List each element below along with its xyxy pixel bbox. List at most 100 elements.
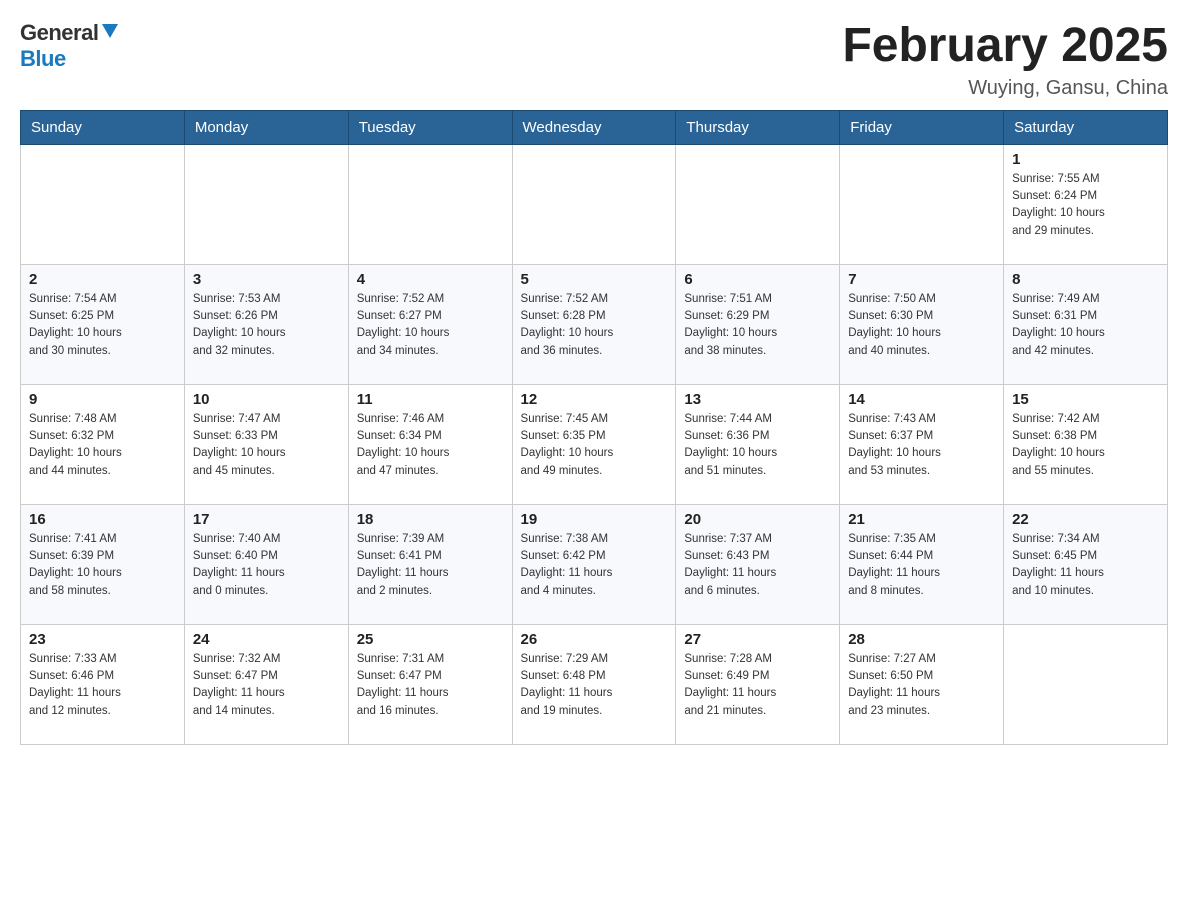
calendar-cell	[348, 144, 512, 264]
day-number: 10	[193, 391, 340, 408]
weekday-header-friday: Friday	[840, 110, 1004, 144]
day-number: 3	[193, 271, 340, 288]
calendar-cell: 21Sunrise: 7:35 AMSunset: 6:44 PMDayligh…	[840, 504, 1004, 624]
calendar-cell	[676, 144, 840, 264]
day-number: 8	[1012, 271, 1159, 288]
calendar-cell: 13 Sunrise: 7:44 AMSunset: 6:36 PMDayligh…	[676, 384, 840, 504]
day-info: Sunrise: 7:50 AMSunset: 6:30 PMDaylight:…	[848, 291, 995, 360]
day-info: Sunrise: 7:49 AMSunset: 6:31 PMDaylight:…	[1012, 291, 1159, 360]
calendar-cell: 10 Sunrise: 7:47 AMSunset: 6:33 PMDayligh…	[184, 384, 348, 504]
day-info: Sunrise: 7:28 AMSunset: 6:49 PMDaylight:…	[684, 651, 831, 720]
day-info: Sunrise: 7:39 AMSunset: 6:41 PMDaylight:…	[357, 531, 504, 600]
day-info: Sunrise: 7:47 AMSunset: 6:33 PMDaylight:…	[193, 411, 340, 480]
day-info: Sunrise: 7:52 AMSunset: 6:28 PMDaylight:…	[521, 291, 668, 360]
location-text: Wuying, Gansu, China	[842, 77, 1168, 100]
calendar-cell	[512, 144, 676, 264]
logo-blue-text: Blue	[20, 46, 66, 72]
logo: General Blue	[20, 20, 118, 72]
weekday-header-sunday: Sunday	[21, 110, 185, 144]
calendar-cell: 26 Sunrise: 7:29 AMSunset: 6:48 PMDayligh…	[512, 624, 676, 744]
day-number: 22	[1012, 511, 1159, 528]
calendar-cell: 15 Sunrise: 7:42 AMSunset: 6:38 PMDayligh…	[1004, 384, 1168, 504]
month-title: February 2025	[842, 20, 1168, 73]
calendar-cell: 9 Sunrise: 7:48 AMSunset: 6:32 PMDaylight…	[21, 384, 185, 504]
calendar-week-row: 2Sunrise: 7:54 AMSunset: 6:25 PMDaylight…	[21, 264, 1168, 384]
day-info: Sunrise: 7:40 AMSunset: 6:40 PMDaylight:…	[193, 531, 340, 600]
calendar-cell	[184, 144, 348, 264]
calendar-cell	[840, 144, 1004, 264]
day-number: 18	[357, 511, 504, 528]
day-number: 25	[357, 631, 504, 648]
day-info: Sunrise: 7:46 AMSunset: 6:34 PMDaylight:…	[357, 411, 504, 480]
day-number: 27	[684, 631, 831, 648]
day-number: 16	[29, 511, 176, 528]
day-info: Sunrise: 7:37 AMSunset: 6:43 PMDaylight:…	[684, 531, 831, 600]
day-info: Sunrise: 7:51 AMSunset: 6:29 PMDaylight:…	[684, 291, 831, 360]
day-number: 11	[357, 391, 504, 408]
calendar-week-row: 9 Sunrise: 7:48 AMSunset: 6:32 PMDaylight…	[21, 384, 1168, 504]
day-info: Sunrise: 7:52 AMSunset: 6:27 PMDaylight:…	[357, 291, 504, 360]
calendar-cell: 14 Sunrise: 7:43 AMSunset: 6:37 PMDayligh…	[840, 384, 1004, 504]
day-number: 21	[848, 511, 995, 528]
day-info: Sunrise: 7:33 AMSunset: 6:46 PMDaylight:…	[29, 651, 176, 720]
day-info: Sunrise: 7:48 AMSunset: 6:32 PMDaylight:…	[29, 411, 176, 480]
calendar-week-row: 1Sunrise: 7:55 AMSunset: 6:24 PMDaylight…	[21, 144, 1168, 264]
day-number: 6	[684, 271, 831, 288]
calendar-cell: 7 Sunrise: 7:50 AMSunset: 6:30 PMDaylight…	[840, 264, 1004, 384]
calendar-cell: 18 Sunrise: 7:39 AMSunset: 6:41 PMDayligh…	[348, 504, 512, 624]
calendar-cell: 22 Sunrise: 7:34 AMSunset: 6:45 PMDayligh…	[1004, 504, 1168, 624]
day-info: Sunrise: 7:53 AMSunset: 6:26 PMDaylight:…	[193, 291, 340, 360]
calendar-cell: 3 Sunrise: 7:53 AMSunset: 6:26 PMDaylight…	[184, 264, 348, 384]
weekday-header-tuesday: Tuesday	[348, 110, 512, 144]
day-number: 15	[1012, 391, 1159, 408]
calendar-cell: 25Sunrise: 7:31 AMSunset: 6:47 PMDayligh…	[348, 624, 512, 744]
title-block: February 2025 Wuying, Gansu, China	[842, 20, 1168, 100]
day-info: Sunrise: 7:41 AMSunset: 6:39 PMDaylight:…	[29, 531, 176, 600]
day-info: Sunrise: 7:43 AMSunset: 6:37 PMDaylight:…	[848, 411, 995, 480]
day-info: Sunrise: 7:42 AMSunset: 6:38 PMDaylight:…	[1012, 411, 1159, 480]
day-info: Sunrise: 7:32 AMSunset: 6:47 PMDaylight:…	[193, 651, 340, 720]
day-number: 14	[848, 391, 995, 408]
day-number: 2	[29, 271, 176, 288]
day-number: 26	[521, 631, 668, 648]
weekday-header-saturday: Saturday	[1004, 110, 1168, 144]
logo-general-text: General	[20, 20, 98, 46]
day-info: Sunrise: 7:55 AMSunset: 6:24 PMDaylight:…	[1012, 171, 1159, 240]
day-info: Sunrise: 7:29 AMSunset: 6:48 PMDaylight:…	[521, 651, 668, 720]
weekday-header-row: SundayMondayTuesdayWednesdayThursdayFrid…	[21, 110, 1168, 144]
calendar-cell: 16 Sunrise: 7:41 AMSunset: 6:39 PMDayligh…	[21, 504, 185, 624]
calendar-cell: 2Sunrise: 7:54 AMSunset: 6:25 PMDaylight…	[21, 264, 185, 384]
day-number: 28	[848, 631, 995, 648]
logo-triangle-icon	[102, 24, 118, 38]
day-info: Sunrise: 7:38 AMSunset: 6:42 PMDaylight:…	[521, 531, 668, 600]
page-header: General Blue February 2025 Wuying, Gansu…	[20, 20, 1168, 100]
day-info: Sunrise: 7:45 AMSunset: 6:35 PMDaylight:…	[521, 411, 668, 480]
calendar-cell	[1004, 624, 1168, 744]
day-number: 24	[193, 631, 340, 648]
day-number: 20	[684, 511, 831, 528]
calendar-table: SundayMondayTuesdayWednesdayThursdayFrid…	[20, 110, 1168, 745]
calendar-cell: 6 Sunrise: 7:51 AMSunset: 6:29 PMDaylight…	[676, 264, 840, 384]
day-number: 13	[684, 391, 831, 408]
calendar-cell	[21, 144, 185, 264]
calendar-cell: 19Sunrise: 7:38 AMSunset: 6:42 PMDayligh…	[512, 504, 676, 624]
calendar-cell: 28 Sunrise: 7:27 AMSunset: 6:50 PMDayligh…	[840, 624, 1004, 744]
day-number: 12	[521, 391, 668, 408]
day-info: Sunrise: 7:44 AMSunset: 6:36 PMDaylight:…	[684, 411, 831, 480]
day-number: 23	[29, 631, 176, 648]
day-number: 4	[357, 271, 504, 288]
calendar-week-row: 23 Sunrise: 7:33 AMSunset: 6:46 PMDayligh…	[21, 624, 1168, 744]
calendar-cell: 20 Sunrise: 7:37 AMSunset: 6:43 PMDayligh…	[676, 504, 840, 624]
calendar-cell: 27 Sunrise: 7:28 AMSunset: 6:49 PMDayligh…	[676, 624, 840, 744]
day-info: Sunrise: 7:27 AMSunset: 6:50 PMDaylight:…	[848, 651, 995, 720]
day-number: 7	[848, 271, 995, 288]
calendar-week-row: 16 Sunrise: 7:41 AMSunset: 6:39 PMDayligh…	[21, 504, 1168, 624]
calendar-cell: 1Sunrise: 7:55 AMSunset: 6:24 PMDaylight…	[1004, 144, 1168, 264]
weekday-header-thursday: Thursday	[676, 110, 840, 144]
day-number: 9	[29, 391, 176, 408]
day-info: Sunrise: 7:34 AMSunset: 6:45 PMDaylight:…	[1012, 531, 1159, 600]
day-number: 17	[193, 511, 340, 528]
calendar-cell: 11 Sunrise: 7:46 AMSunset: 6:34 PMDayligh…	[348, 384, 512, 504]
day-number: 5	[521, 271, 668, 288]
calendar-cell: 17 Sunrise: 7:40 AMSunset: 6:40 PMDayligh…	[184, 504, 348, 624]
